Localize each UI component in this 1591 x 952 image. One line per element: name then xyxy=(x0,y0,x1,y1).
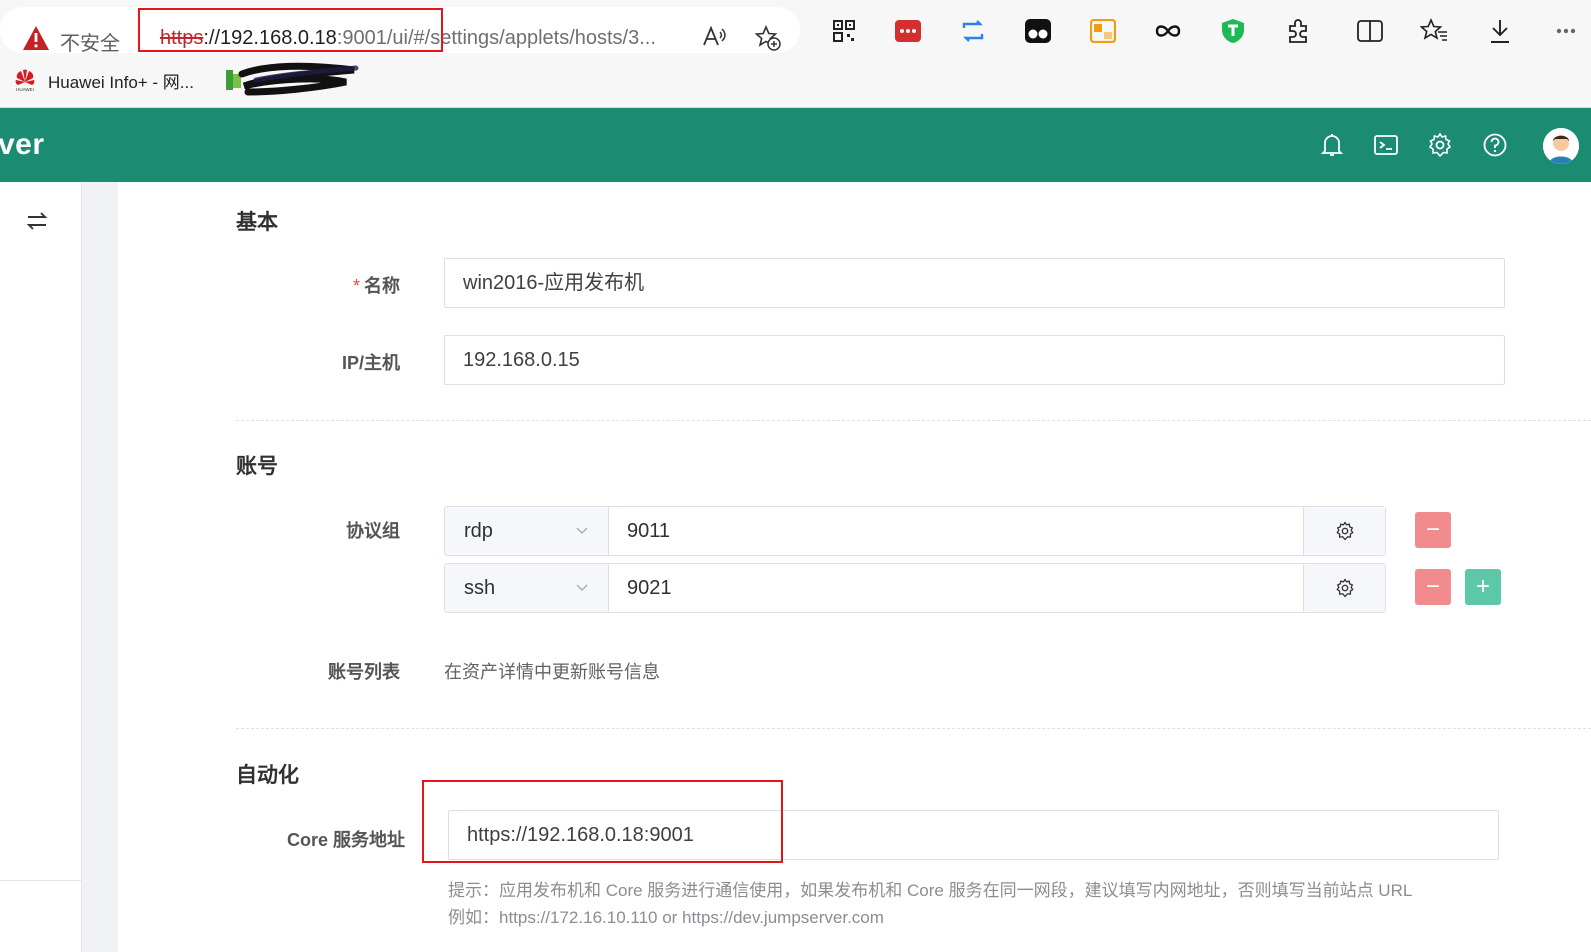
more-icon[interactable] xyxy=(1552,17,1580,45)
huawei-logo-icon: HUAWEI xyxy=(15,69,35,92)
core-address-example: 例如：https://172.16.10.110 or https://dev.… xyxy=(448,908,884,927)
remove-protocol-button[interactable]: − xyxy=(1415,569,1451,605)
gear-icon xyxy=(1335,521,1354,541)
account-list-label: 账号列表 xyxy=(328,662,400,682)
favorites-icon[interactable] xyxy=(1420,17,1448,45)
app-header: ver xyxy=(0,108,1591,182)
remove-protocol-button[interactable]: − xyxy=(1415,512,1451,548)
section-title-basic: 基本 xyxy=(236,211,278,234)
brand-logo[interactable]: ver xyxy=(0,128,45,162)
protocol-select[interactable]: rdp xyxy=(445,507,609,555)
protocol-row: rdp 9011 xyxy=(444,506,1386,556)
protocol-settings-button[interactable] xyxy=(1303,564,1385,612)
ip-label: IP/主机 xyxy=(341,353,400,373)
sync-extension-icon[interactable] xyxy=(959,17,987,45)
help-icon[interactable] xyxy=(1482,132,1508,158)
required-mark: * xyxy=(352,276,360,296)
redacted-bookmark-scribble xyxy=(226,62,359,96)
avatar[interactable] xyxy=(1543,128,1579,164)
chevron-down-icon xyxy=(576,527,588,534)
core-address-hint: 提示：应用发布机和 Core 服务进行通信使用，如果发布机和 Core 服务在同… xyxy=(448,881,1413,900)
url-text[interactable]: https://192.168.0.18:9001/ui/#/settings/… xyxy=(160,27,656,50)
protocol-select-value: ssh xyxy=(464,577,496,599)
address-bar[interactable]: 不安全 https://192.168.0.18:9001/ui/#/setti… xyxy=(0,7,800,56)
ip-input[interactable]: 192.168.0.15 xyxy=(444,335,1505,385)
add-protocol-button[interactable]: + xyxy=(1465,569,1501,605)
section-divider xyxy=(236,420,1591,421)
core-address-input[interactable]: https://192.168.0.18:9001 xyxy=(448,810,1499,860)
qr-code-icon[interactable] xyxy=(830,17,858,45)
tampermonkey-icon[interactable] xyxy=(1024,17,1052,45)
protocol-port-input[interactable]: 9011 xyxy=(627,507,670,555)
protocol-row: ssh 9021 xyxy=(444,563,1386,613)
url-rest: :9001/ui/#/settings/applets/hosts/3... xyxy=(336,27,656,49)
account-list-value: 在资产详情中更新账号信息 xyxy=(444,662,660,682)
browser-chrome: 不安全 https://192.168.0.18:9001/ui/#/setti… xyxy=(0,0,1591,108)
bookmark-item[interactable]: Huawei Info+ - 网... xyxy=(48,68,194,93)
password-extension-icon[interactable] xyxy=(894,17,922,45)
protocol-select-value: rdp xyxy=(464,520,493,542)
gear-icon xyxy=(1335,578,1354,598)
side-nav xyxy=(0,182,82,952)
add-favorite-icon[interactable] xyxy=(754,24,782,52)
protocol-select[interactable]: ssh xyxy=(445,564,609,612)
extensions-puzzle-icon[interactable] xyxy=(1284,17,1312,45)
download-icon[interactable] xyxy=(1486,17,1514,45)
shield-extension-icon[interactable] xyxy=(1219,17,1247,45)
url-protocol: https xyxy=(160,27,204,49)
name-label: * 名称 xyxy=(100,272,400,298)
chevron-down-icon xyxy=(576,584,588,591)
protocols-label: 协议组 xyxy=(346,521,400,541)
insecure-label[interactable]: 不安全 xyxy=(60,27,120,56)
protocol-port-input[interactable]: 9021 xyxy=(627,564,672,612)
url-host: ://192.168.0.18 xyxy=(203,27,337,49)
infinity-icon[interactable] xyxy=(1154,17,1182,45)
name-label-text: 名称 xyxy=(364,276,400,296)
terminal-icon[interactable] xyxy=(1373,132,1399,158)
protocol-settings-button[interactable] xyxy=(1303,507,1385,555)
read-aloud-icon[interactable] xyxy=(700,23,728,51)
collapse-toggle-icon[interactable] xyxy=(24,208,50,234)
section-title-automation: 自动化 xyxy=(236,764,299,787)
gear-icon[interactable] xyxy=(1427,132,1453,158)
svg-text:HUAWEI: HUAWEI xyxy=(16,87,34,92)
name-input[interactable]: win2016-应用发布机 xyxy=(444,258,1505,308)
warning-icon[interactable] xyxy=(22,25,50,51)
avatar-icon xyxy=(1543,128,1579,164)
nav-divider xyxy=(0,880,82,881)
section-divider xyxy=(236,728,1591,729)
split-screen-icon[interactable] xyxy=(1356,17,1384,45)
section-title-account: 账号 xyxy=(236,455,278,478)
core-address-label: Core 服务地址 xyxy=(286,830,405,850)
picture-in-picture-icon[interactable] xyxy=(1089,17,1117,45)
bell-icon[interactable] xyxy=(1319,132,1345,158)
